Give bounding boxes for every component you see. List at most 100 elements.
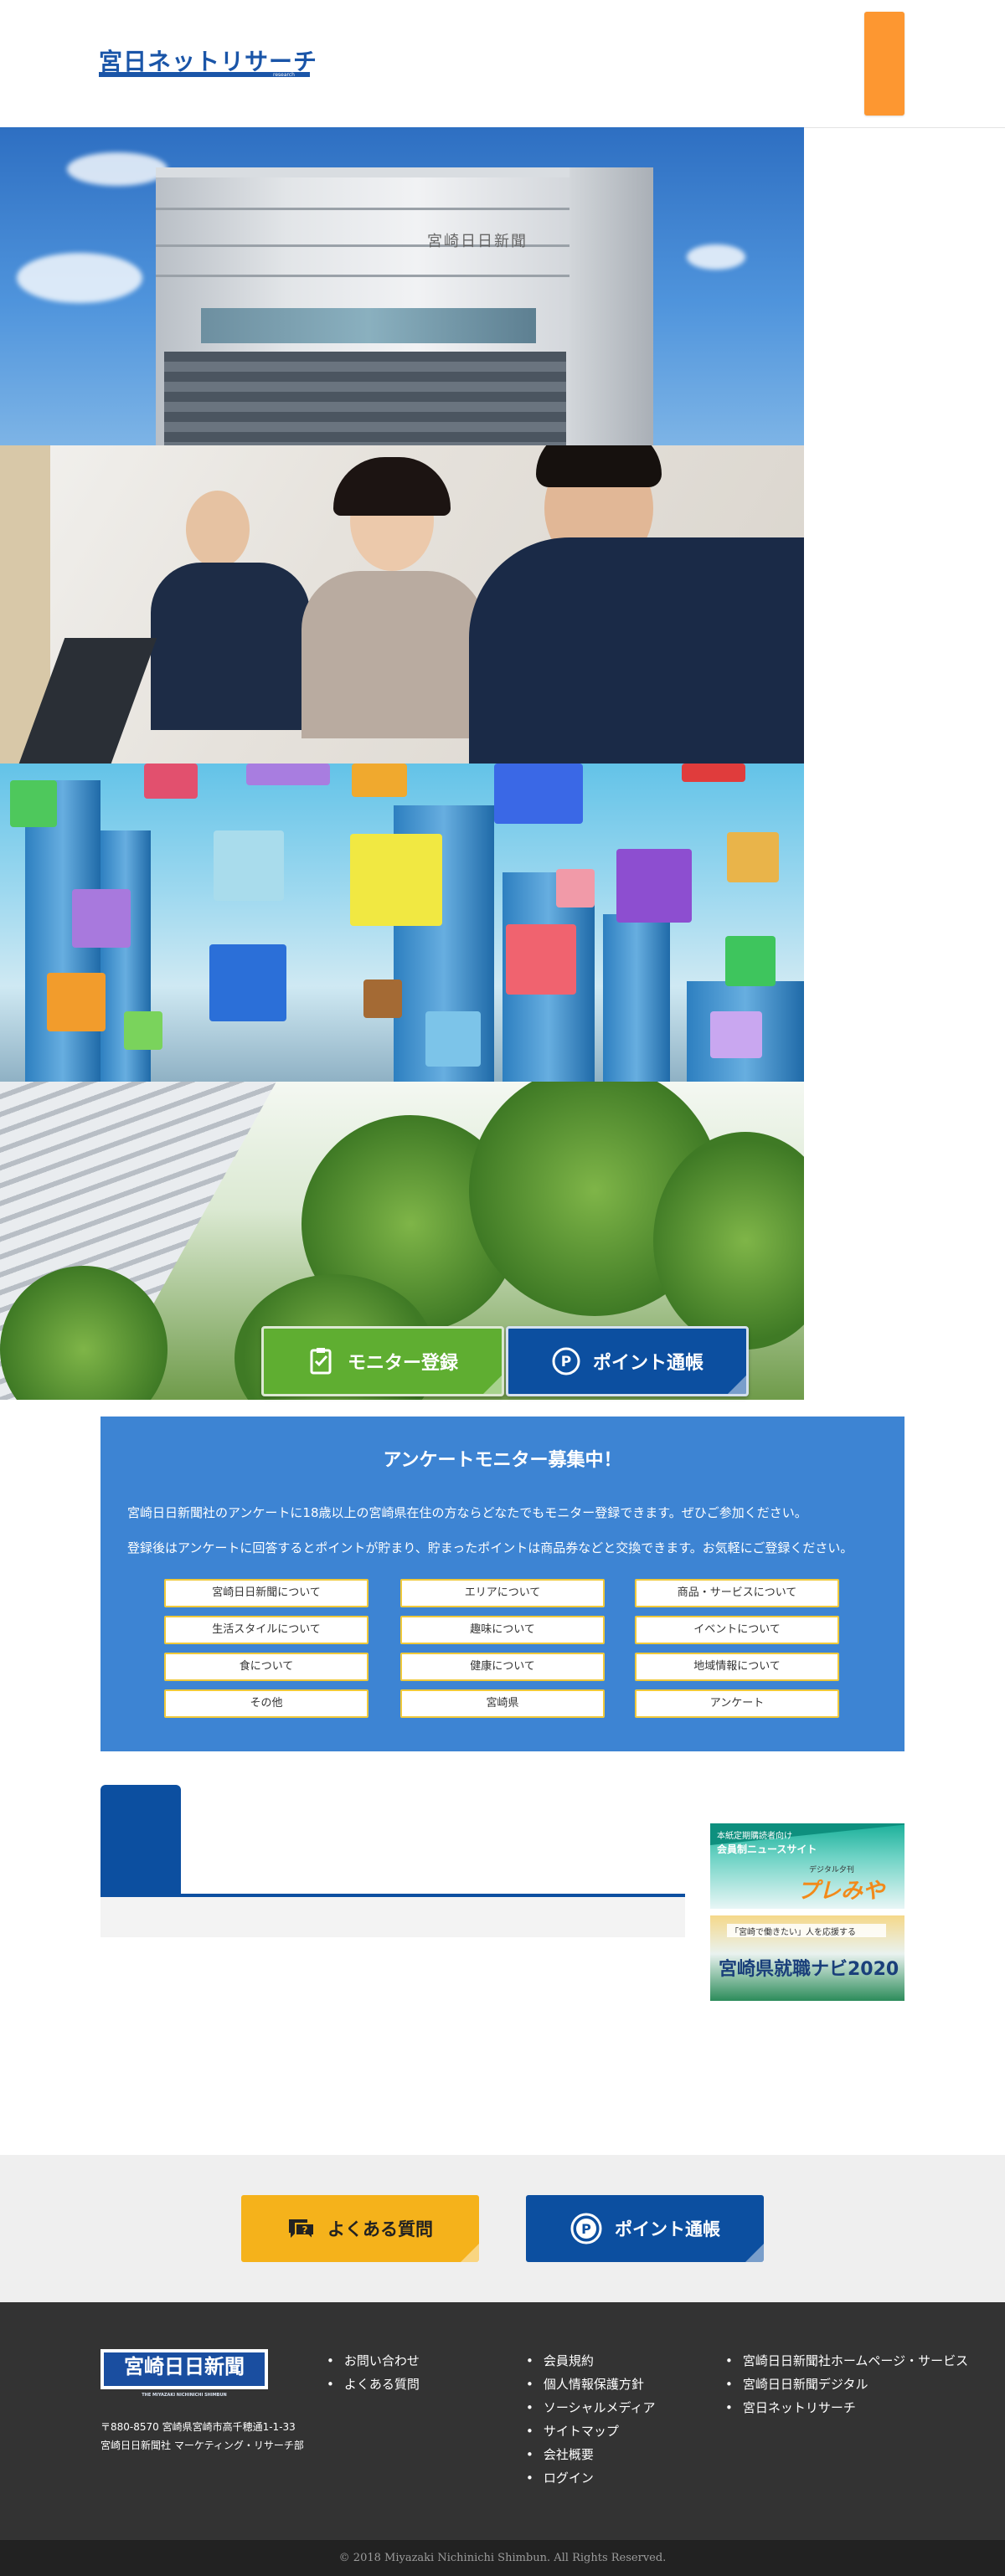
corner-accent bbox=[483, 1375, 502, 1394]
category-button[interactable]: イベントについて bbox=[635, 1616, 839, 1644]
category-button[interactable]: エリアについて bbox=[400, 1579, 605, 1607]
person-left-suit bbox=[151, 563, 310, 730]
footer-logo-sub: THE MIYAZAKI NICHINICHI SHIMBUN bbox=[142, 2393, 227, 2398]
category-button[interactable]: 商品・サービスについて bbox=[635, 1579, 839, 1607]
footer-link[interactable]: ソーシャルメディア bbox=[526, 2396, 656, 2419]
tablet-icon bbox=[352, 764, 407, 797]
building-line bbox=[156, 208, 570, 210]
svg-text:P: P bbox=[561, 1354, 571, 1370]
mail-icon bbox=[506, 924, 576, 995]
footer-link[interactable]: サイトマップ bbox=[526, 2419, 656, 2443]
monitor-icon bbox=[556, 869, 595, 908]
corner-accent bbox=[728, 1375, 746, 1394]
person-right-suit bbox=[469, 537, 804, 764]
footer-logo[interactable]: 宮崎日日新聞 THE MIYAZAKI NICHINICHI SHIMBUN bbox=[100, 2349, 268, 2398]
info-title: アンケートモニター募集中！ bbox=[383, 1450, 622, 1471]
svg-text:?: ? bbox=[302, 2224, 308, 2236]
wifi-icon bbox=[494, 764, 583, 824]
banner-text: 本紙定期購読者向け bbox=[717, 1832, 792, 1841]
category-button[interactable]: 宮崎日日新聞について bbox=[164, 1579, 368, 1607]
person-center-suit bbox=[302, 571, 486, 738]
chat-icon bbox=[144, 764, 198, 799]
tablet-icon bbox=[72, 889, 131, 948]
footer-logo-inner: 宮崎日日新聞 THE MIYAZAKI NICHINICHI SHIMBUN bbox=[104, 2352, 265, 2398]
monitor-icon bbox=[727, 832, 779, 882]
category-button[interactable]: 健康について bbox=[400, 1653, 605, 1681]
footer-link[interactable]: 会社概要 bbox=[526, 2443, 656, 2466]
corner-accent bbox=[461, 2244, 479, 2262]
logo-sub: research bbox=[273, 72, 295, 78]
point-book-button[interactable]: P ポイント通帳 bbox=[506, 1326, 749, 1396]
monitor-icon bbox=[124, 1011, 162, 1050]
building-windows bbox=[201, 308, 536, 343]
question-icon: ? bbox=[289, 2219, 315, 2241]
news-tab[interactable] bbox=[100, 1785, 181, 1894]
hero-panel-office bbox=[0, 445, 804, 764]
cloud bbox=[17, 253, 142, 303]
copyright-bar: © 2018 Miyazaki Nichinichi Shimbun. All … bbox=[0, 2540, 1005, 2576]
monitor-register-button[interactable]: モニター登録 bbox=[261, 1326, 504, 1396]
info-text-1: 宮崎日日新聞社のアンケートに18歳以上の宮崎県在住の方ならどなたでもモニター登録… bbox=[127, 1505, 807, 1520]
footer-link[interactable]: お問い合わせ bbox=[327, 2349, 420, 2373]
building-lower-windows bbox=[164, 352, 566, 445]
menu-button[interactable] bbox=[864, 12, 904, 116]
banner-text: 「宮崎で働きたい」人を応援する bbox=[730, 1928, 856, 1937]
footer-link[interactable]: ログイン bbox=[526, 2466, 656, 2490]
svg-text:P: P bbox=[581, 2221, 591, 2237]
app-icon bbox=[682, 764, 745, 782]
lower-button-section bbox=[0, 2155, 1005, 2302]
category-button[interactable]: 趣味について bbox=[400, 1616, 605, 1644]
banner-title: プレみや bbox=[797, 1879, 885, 1904]
site-footer: 宮崎日日新聞 THE MIYAZAKI NICHINICHI SHIMBUN 〒… bbox=[0, 2302, 1005, 2540]
app-icon bbox=[246, 764, 330, 785]
tower bbox=[603, 914, 670, 1082]
clipboard-icon bbox=[310, 1348, 332, 1375]
lightbulb-icon bbox=[350, 834, 442, 926]
banner-text: 会員制ニュースサイト bbox=[717, 1843, 817, 1855]
cloud-icon bbox=[214, 830, 284, 901]
building-side bbox=[570, 167, 653, 445]
footer-link[interactable]: 宮崎日日新聞社ホームページ・サービス bbox=[725, 2349, 968, 2373]
person-left-head bbox=[186, 491, 250, 568]
play-icon bbox=[47, 973, 106, 1031]
footer-link[interactable]: 会員規約 bbox=[526, 2349, 656, 2373]
category-button[interactable]: 生活スタイルについて bbox=[164, 1616, 368, 1644]
footer-links-col2: 会員規約 個人情報保護方針 ソーシャルメディア サイトマップ 会社概要 ログイン bbox=[526, 2349, 656, 2490]
person-center-hair bbox=[333, 457, 451, 516]
category-button[interactable]: 地域情報について bbox=[635, 1653, 839, 1681]
category-button[interactable]: その他 bbox=[164, 1689, 368, 1718]
point-book-label: ポイント通帳 bbox=[592, 1353, 704, 1374]
point-book-button-lower[interactable]: P ポイント通帳 bbox=[526, 2195, 764, 2262]
building-sign: 宮崎日日新聞 bbox=[427, 233, 528, 250]
person-right-hair bbox=[536, 445, 662, 487]
cloud bbox=[67, 152, 168, 186]
corner-accent bbox=[745, 2244, 764, 2262]
category-button[interactable]: 食について bbox=[164, 1653, 368, 1681]
banner-title: 宮崎県就職ナビ2020 bbox=[719, 1959, 899, 1980]
premiya-banner[interactable]: 本紙定期購読者向け 会員制ニュースサイト デジタル夕刊 プレみや bbox=[710, 1823, 904, 1909]
monitor-register-label: モニター登録 bbox=[347, 1353, 458, 1374]
footer-link[interactable]: 宮日ネットリサーチ bbox=[725, 2396, 968, 2419]
site-header: 宮日ネットリサーチ research bbox=[0, 0, 1005, 128]
category-button[interactable]: 宮崎県 bbox=[400, 1689, 605, 1718]
footer-link[interactable]: 宮崎日日新聞デジタル bbox=[725, 2373, 968, 2396]
footer-link[interactable]: 個人情報保護方針 bbox=[526, 2373, 656, 2396]
chat-icon bbox=[616, 849, 692, 923]
smartphone-icon bbox=[425, 1011, 481, 1067]
info-text-2: 登録後はアンケートに回答するとポイントが貯まり、貯まったポイントは商品券などと交… bbox=[127, 1540, 853, 1555]
point-icon: P bbox=[552, 1347, 580, 1375]
category-button[interactable]: アンケート bbox=[635, 1689, 839, 1718]
hero-panel-city-icons bbox=[0, 764, 804, 1082]
footer-logo-text: 宮崎日日新聞 bbox=[124, 2355, 245, 2378]
faq-button[interactable]: ? よくある質問 bbox=[241, 2195, 479, 2262]
cloud bbox=[687, 244, 745, 270]
footer-links-col1: お問い合わせ よくある質問 bbox=[327, 2349, 420, 2396]
faq-label: よくある質問 bbox=[327, 2219, 433, 2239]
monitor-info-box: アンケートモニター募集中！ 宮崎日日新聞社のアンケートに18歳以上の宮崎県在住の… bbox=[100, 1417, 904, 1751]
copyright: © 2018 Miyazaki Nichinichi Shimbun. All … bbox=[338, 2552, 667, 2564]
footer-link[interactable]: よくある質問 bbox=[327, 2373, 420, 2396]
job-navi-banner[interactable]: 「宮崎で働きたい」人を応援する 宮崎県就職ナビ2020 bbox=[710, 1915, 904, 2001]
point-icon: P bbox=[570, 2213, 602, 2244]
footer-company: 宮崎日日新聞社 マーケティング・リサーチ部 bbox=[100, 2440, 304, 2451]
user-icon bbox=[209, 944, 286, 1021]
